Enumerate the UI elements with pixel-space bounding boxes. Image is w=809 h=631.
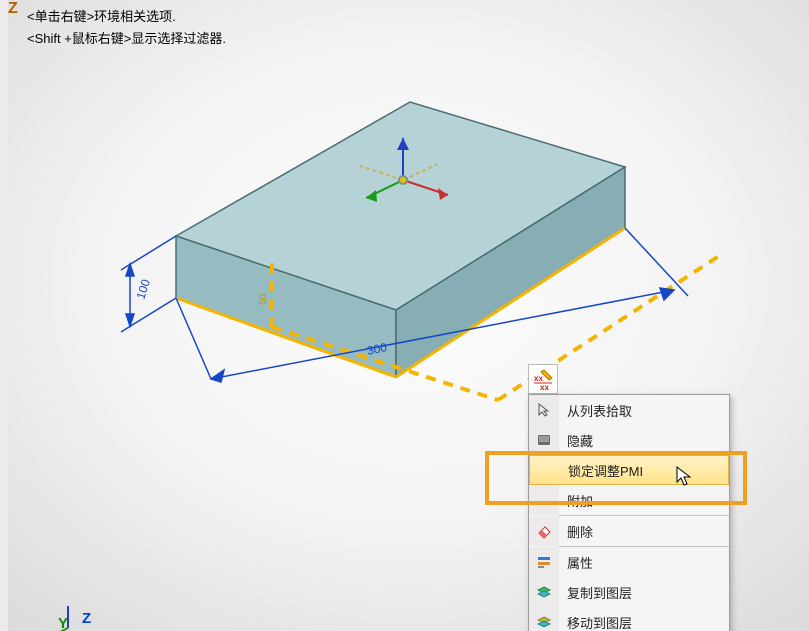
svg-text:300: 300 (366, 340, 389, 358)
menu-attach[interactable]: 附加 (529, 485, 729, 515)
menu-label: 锁定调整PMI (560, 461, 728, 480)
axis-label-y: Y (58, 615, 68, 631)
menu-pick-from-list[interactable]: 从列表拾取 (529, 395, 729, 425)
menu-label: 复制到图层 (559, 583, 729, 602)
menu-hide[interactable]: 隐藏 (529, 425, 729, 455)
menu-lock-adjust-pmi[interactable]: 锁定调整PMI (529, 455, 729, 485)
context-menu: 从列表拾取 隐藏 锁定调整PMI 附加 删除 属性 复制到图层 (528, 394, 730, 631)
menu-label: 附加 (559, 491, 729, 510)
dimension-tool-chip[interactable]: xx xx (528, 364, 558, 394)
hint-shiftrightclick: <Shift +鼠标右键>显示选择过滤器. (27, 28, 226, 47)
svg-text:50: 50 (258, 293, 269, 305)
menu-label: 属性 (559, 553, 729, 572)
layers-move-icon (536, 614, 552, 630)
layers-copy-icon (536, 584, 552, 600)
menu-label: 从列表拾取 (559, 401, 729, 420)
menu-delete[interactable]: 删除 (529, 516, 729, 546)
cad-viewport[interactable]: <单击右键>环境相关选项. <Shift +鼠标右键>显示选择过滤器. 100 (0, 0, 809, 631)
hint-rightclick: <单击右键>环境相关选项. (27, 6, 176, 25)
axis-label-z: Z (82, 610, 91, 627)
menu-label: 隐藏 (559, 431, 729, 450)
menu-label: 移动到图层 (559, 613, 729, 631)
svg-text:xx: xx (540, 383, 549, 390)
cursor-icon (536, 402, 552, 418)
eraser-icon (536, 523, 552, 539)
properties-icon (536, 554, 552, 570)
svg-text:xx: xx (534, 374, 543, 383)
menu-move-to-layer[interactable]: 移动到图层 (529, 607, 729, 631)
menu-label: 删除 (559, 522, 729, 541)
svg-text:100: 100 (134, 277, 154, 301)
menu-copy-to-layer[interactable]: 复制到图层 (529, 577, 729, 607)
menu-properties[interactable]: 属性 (529, 547, 729, 577)
dimension-xx-icon: xx xx (532, 368, 554, 390)
hide-icon (536, 432, 552, 448)
